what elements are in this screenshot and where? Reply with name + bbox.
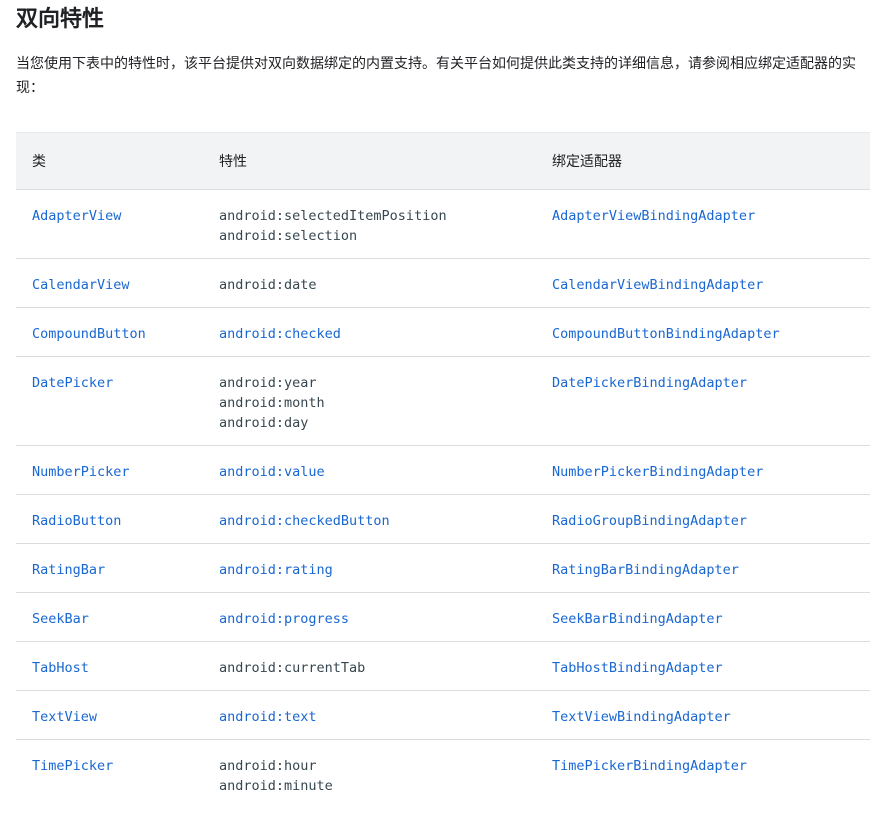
class-cell: AdapterView: [16, 189, 203, 259]
binding-adapter-link[interactable]: RadioGroupBindingAdapter: [552, 511, 870, 531]
attribute-name: android:minute: [219, 778, 333, 794]
attributes-cell: android:currentTab: [203, 641, 536, 691]
adapter-cell: RadioGroupBindingAdapter: [536, 494, 870, 544]
attributes-cell: android:year android:month android:day: [203, 356, 536, 446]
binding-adapter-link[interactable]: DatePickerBindingAdapter: [552, 373, 870, 393]
attributes-cell: android:checkedButton: [203, 494, 536, 544]
two-way-attributes-table: 类 特性 绑定适配器 AdapterView android:selectedIt…: [16, 132, 870, 808]
binding-adapter-link[interactable]: AdapterViewBindingAdapter: [552, 206, 870, 226]
table-row: TabHost android:currentTab TabHostBindingA…: [16, 641, 870, 691]
table-row: CalendarView android:date CalendarViewBind…: [16, 258, 870, 308]
table-row: TimePicker android:hour android:minute Time…: [16, 739, 870, 808]
binding-adapter-link[interactable]: TextViewBindingAdapter: [552, 707, 870, 727]
class-cell: TextView: [16, 690, 203, 740]
attribute-name: android:month: [219, 395, 325, 411]
attributes-cell: android:checked: [203, 307, 536, 357]
attribute-name: android:selectedItemPosition: [219, 208, 447, 224]
attributes-cell: android:progress: [203, 592, 536, 642]
class-link[interactable]: DatePicker: [32, 373, 203, 393]
attribute-link[interactable]: android:rating: [219, 560, 536, 580]
page-title: 双向特性: [16, 7, 105, 32]
class-cell: TabHost: [16, 641, 203, 691]
attributes-cell: android:date: [203, 258, 536, 308]
class-link[interactable]: SeekBar: [32, 609, 203, 629]
table-row: AdapterView android:selectedItemPosition a…: [16, 189, 870, 259]
class-link[interactable]: RatingBar: [32, 560, 203, 580]
table-header-row: 类 特性 绑定适配器: [16, 132, 870, 190]
attribute-link[interactable]: android:text: [219, 707, 536, 727]
class-cell: TimePicker: [16, 739, 203, 808]
class-cell: SeekBar: [16, 592, 203, 642]
attributes-cell: android:rating: [203, 543, 536, 593]
table-row: NumberPicker android:value NumberPickerBin…: [16, 445, 870, 495]
header-binding-adapter: 绑定适配器: [536, 132, 870, 190]
attribute-name: android:selection: [219, 228, 358, 244]
attributes-cell: android:text: [203, 690, 536, 740]
binding-adapter-link[interactable]: RatingBarBindingAdapter: [552, 560, 870, 580]
class-link[interactable]: TimePicker: [32, 756, 203, 776]
adapter-cell: CompoundButtonBindingAdapter: [536, 307, 870, 357]
class-cell: RadioButton: [16, 494, 203, 544]
attribute-name: android:hour: [219, 758, 317, 774]
class-link[interactable]: CompoundButton: [32, 324, 203, 344]
binding-adapter-link[interactable]: SeekBarBindingAdapter: [552, 609, 870, 629]
adapter-cell: NumberPickerBindingAdapter: [536, 445, 870, 495]
table-body: AdapterView android:selectedItemPosition a…: [16, 189, 870, 808]
attribute-name: android:date: [219, 277, 317, 293]
attribute-name: android:currentTab: [219, 660, 366, 676]
adapter-cell: DatePickerBindingAdapter: [536, 356, 870, 446]
attribute-link[interactable]: android:checkedButton: [219, 511, 536, 531]
class-cell: CompoundButton: [16, 307, 203, 357]
table-row: SeekBar android:progress SeekBarBindingAda…: [16, 592, 870, 642]
binding-adapter-link[interactable]: CompoundButtonBindingAdapter: [552, 324, 870, 344]
class-link[interactable]: TabHost: [32, 658, 203, 678]
adapter-cell: TextViewBindingAdapter: [536, 690, 870, 740]
class-cell: RatingBar: [16, 543, 203, 593]
class-link[interactable]: NumberPicker: [32, 462, 203, 482]
adapter-cell: TimePickerBindingAdapter: [536, 739, 870, 808]
table-row: DatePicker android:year android:month andro…: [16, 356, 870, 446]
attribute-link[interactable]: android:progress: [219, 609, 536, 629]
attributes-cell: android:hour android:minute: [203, 739, 536, 808]
adapter-cell: TabHostBindingAdapter: [536, 641, 870, 691]
adapter-cell: AdapterViewBindingAdapter: [536, 189, 870, 259]
page: 双向特性 当您使用下表中的特性时，该平台提供对双向数据绑定的内置支持。有关平台如…: [0, 0, 876, 831]
class-link[interactable]: CalendarView: [32, 275, 203, 295]
attribute-name: android:year: [219, 375, 317, 391]
attribute-link[interactable]: android:checked: [219, 324, 536, 344]
attributes-cell: android:selectedItemPosition android:sele…: [203, 189, 536, 259]
intro-paragraph: 当您使用下表中的特性时，该平台提供对双向数据绑定的内置支持。有关平台如何提供此类…: [16, 56, 856, 96]
header-attributes: 特性: [203, 132, 536, 190]
adapter-cell: SeekBarBindingAdapter: [536, 592, 870, 642]
header-class: 类: [16, 132, 203, 190]
class-cell: CalendarView: [16, 258, 203, 308]
table-row: TextView android:text TextViewBindingAdapt…: [16, 690, 870, 740]
attributes-cell: android:value: [203, 445, 536, 495]
table-row: CompoundButton android:checked CompoundBut…: [16, 307, 870, 357]
binding-adapter-link[interactable]: CalendarViewBindingAdapter: [552, 275, 870, 295]
table-row: RatingBar android:rating RatingBarBindingA…: [16, 543, 870, 593]
class-link[interactable]: AdapterView: [32, 206, 203, 226]
binding-adapter-link[interactable]: TimePickerBindingAdapter: [552, 756, 870, 776]
class-cell: NumberPicker: [16, 445, 203, 495]
table-row: RadioButton android:checkedButton RadioGro…: [16, 494, 870, 544]
attribute-name: android:day: [219, 415, 309, 431]
attribute-link[interactable]: android:value: [219, 462, 536, 482]
binding-adapter-link[interactable]: TabHostBindingAdapter: [552, 658, 870, 678]
adapter-cell: CalendarViewBindingAdapter: [536, 258, 870, 308]
binding-adapter-link[interactable]: NumberPickerBindingAdapter: [552, 462, 870, 482]
adapter-cell: RatingBarBindingAdapter: [536, 543, 870, 593]
class-link[interactable]: RadioButton: [32, 511, 203, 531]
class-cell: DatePicker: [16, 356, 203, 446]
class-link[interactable]: TextView: [32, 707, 203, 727]
